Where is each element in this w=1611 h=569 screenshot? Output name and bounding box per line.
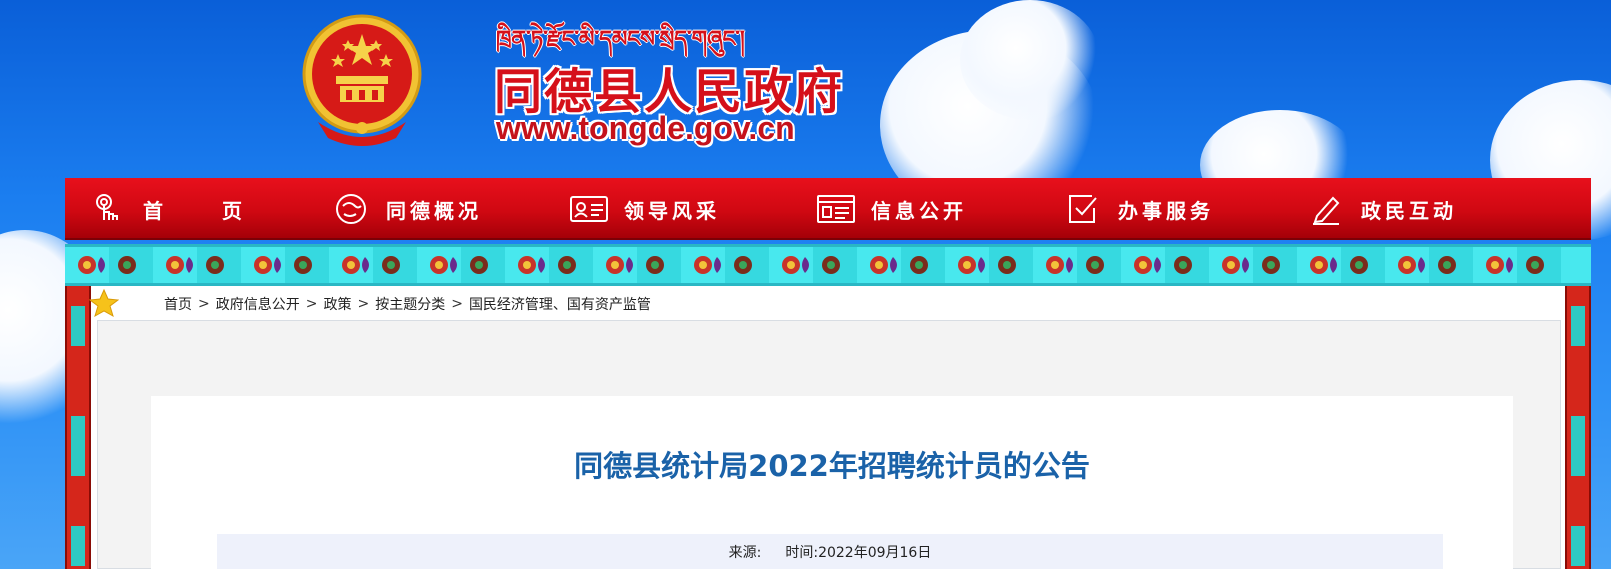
article-meta: 来源: 时间:2022年09月16日 xyxy=(217,534,1443,569)
cloud-decoration xyxy=(960,0,1100,120)
nav-label: 信息公开 xyxy=(871,198,967,223)
left-ornament-band xyxy=(65,286,91,569)
profile-icon xyxy=(330,191,372,227)
breadcrumb-separator: > xyxy=(451,296,463,312)
nav-item-services[interactable]: 办事服务 xyxy=(1062,178,1214,240)
nav-label: 政民互动 xyxy=(1361,198,1457,223)
document-icon xyxy=(815,191,857,227)
checkbox-icon xyxy=(1062,191,1104,227)
breadcrumb-separator: > xyxy=(357,296,370,312)
nav-label: 办事服务 xyxy=(1118,198,1214,223)
article: 同德县统计局2022年招聘统计员的公告 来源: 时间:2022年09月16日 xyxy=(151,396,1513,569)
right-ornament-band xyxy=(1565,286,1591,569)
tibetan-site-name: ཁྲིན་ཏེ་རྫོང་མི་དམངས་སྲིད་གཞུང་། xyxy=(496,14,812,54)
breadcrumb-separator: > xyxy=(305,296,318,312)
time-label: 时间: xyxy=(785,544,819,561)
touch-icon xyxy=(87,191,129,227)
breadcrumb-item[interactable]: 按主题分类 xyxy=(375,294,445,314)
time-field: 时间:2022年09月16日 xyxy=(785,542,931,562)
breadcrumb-item[interactable]: 首页 xyxy=(164,294,192,314)
site-url[interactable]: www.tongde.gov.cn xyxy=(496,110,795,147)
breadcrumb-item[interactable]: 国民经济管理、国有资产监管 xyxy=(469,294,651,314)
nav-label: 同德概况 xyxy=(386,198,482,223)
national-emblem-icon xyxy=(302,14,422,146)
ornament-pattern xyxy=(78,256,1544,274)
tibetan-name-text: ཁྲིན་ཏེ་རྫོང་མི་དམངས་སྲིད་གཞུང་། xyxy=(496,27,745,52)
nav-item-home[interactable]: 首 页 xyxy=(87,178,268,240)
pen-icon xyxy=(1305,191,1347,227)
breadcrumb-item[interactable]: 政府信息公开 xyxy=(216,294,300,314)
nav-label: 首 页 xyxy=(143,198,268,223)
breadcrumb: 首页 > 政府信息公开 > 政策 > 按主题分类 > 国民经济管理、国有资产监管 xyxy=(164,294,651,314)
ornament-band xyxy=(65,244,1591,286)
source-label: 来源: xyxy=(728,544,762,561)
time-value: 2022年09月16日 xyxy=(818,544,932,561)
source-field: 来源: xyxy=(729,542,762,562)
nav-label: 领导风采 xyxy=(624,198,720,223)
star-icon xyxy=(89,288,119,318)
nav-item-overview[interactable]: 同德概况 xyxy=(330,178,482,240)
nav-item-leaders[interactable]: 领导风采 xyxy=(568,178,720,240)
nav-item-interaction[interactable]: 政民互动 xyxy=(1305,178,1457,240)
main-nav: 首 页 同德概况 领导风采 信息公开 办事服务 政民互动 xyxy=(65,178,1591,240)
breadcrumb-item[interactable]: 政策 xyxy=(323,294,351,314)
breadcrumb-separator: > xyxy=(198,296,210,312)
nav-item-info-disclosure[interactable]: 信息公开 xyxy=(815,178,967,240)
article-title: 同德县统计局2022年招聘统计员的公告 xyxy=(574,449,1090,483)
id-card-icon xyxy=(568,191,610,227)
